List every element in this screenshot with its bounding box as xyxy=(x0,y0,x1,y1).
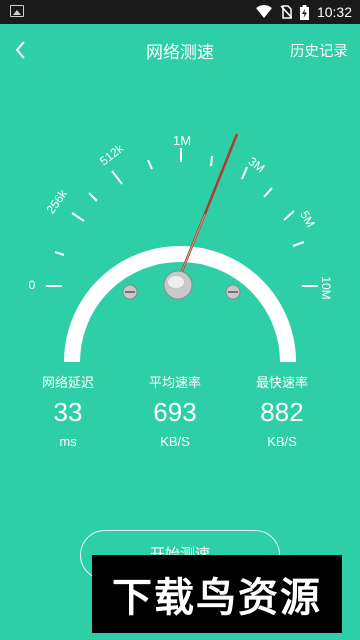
no-sim-icon xyxy=(280,5,292,19)
history-button[interactable]: 历史记录 xyxy=(290,40,348,61)
scale-label-1m: 1M xyxy=(173,133,191,148)
scale-label-256k: 256k xyxy=(44,186,71,216)
screw-right-icon xyxy=(225,284,241,300)
header: 网络测速 历史记录 xyxy=(0,24,360,76)
scale-label-512k: 512k xyxy=(97,141,127,169)
scale-label-10m: 10M xyxy=(319,276,333,299)
average-speed-label: 平均速率 xyxy=(148,376,201,391)
screw-left-icon xyxy=(122,284,138,300)
status-time: 10:32 xyxy=(316,4,352,20)
scale-label-5m: 5M xyxy=(297,208,317,229)
gauge-ticks xyxy=(46,148,318,287)
latency-value: 33 xyxy=(53,397,83,427)
status-bar: 10:32 xyxy=(0,0,360,24)
battery-charging-icon xyxy=(299,4,309,20)
average-speed-value: 693 xyxy=(153,397,197,427)
latency-label: 网络延迟 xyxy=(41,376,94,391)
wifi-icon xyxy=(255,5,272,18)
average-speed-unit: KB/S xyxy=(160,434,190,449)
scale-label-3m: 3M xyxy=(246,154,268,175)
max-speed-value: 882 xyxy=(260,397,304,427)
latency-stat: 网络延迟 33 ms xyxy=(18,372,118,449)
watermark-text: 下载鸟资源 xyxy=(112,575,322,621)
scale-label-0: 0 xyxy=(29,278,36,292)
max-speed-unit: KB/S xyxy=(267,434,297,449)
max-speed-label: 最快速率 xyxy=(255,376,308,391)
stats-row: 网络延迟 33 ms 平均速率 693 KB/S 最快速率 882 KB/S xyxy=(0,372,360,452)
max-speed-stat: 最快速率 882 KB/S xyxy=(232,372,332,449)
status-icons: 10:32 xyxy=(255,0,352,24)
latency-unit: ms xyxy=(59,434,77,449)
gauge-arc xyxy=(64,246,296,363)
speed-gauge: 0 256k 512k 1M 3M 5M 10M xyxy=(29,133,333,363)
watermark-banner: 下载鸟资源 xyxy=(92,555,342,633)
average-speed-stat: 平均速率 693 KB/S xyxy=(125,372,225,449)
gallery-icon xyxy=(10,5,24,17)
